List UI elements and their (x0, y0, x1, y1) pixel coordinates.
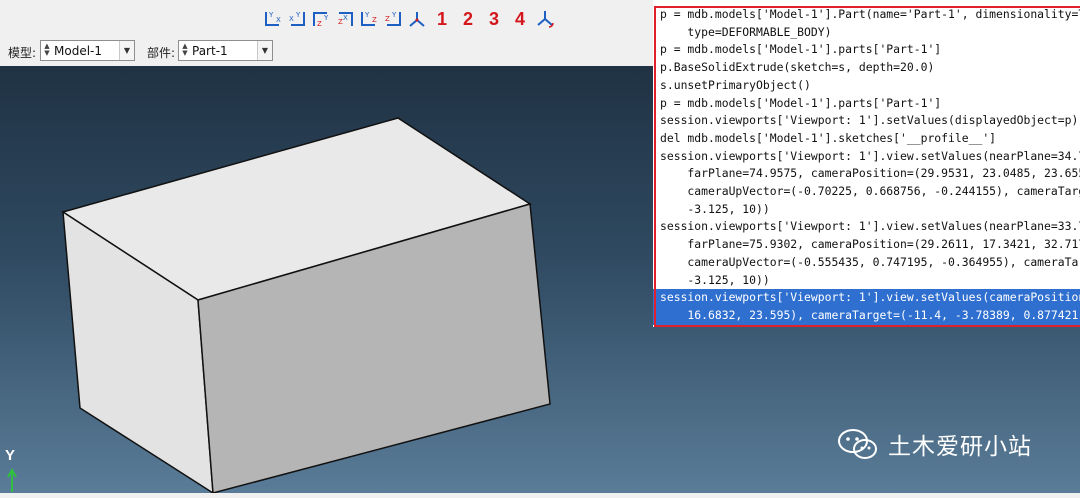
front-view-icon[interactable]: YX (262, 8, 284, 30)
model-combo[interactable]: ▲ ▼ Model-1 ▼ (40, 40, 135, 61)
svg-text:Y: Y (323, 14, 329, 22)
user-view-1-button[interactable]: 1 (430, 8, 454, 30)
spinner-icon[interactable]: ▲ ▼ (43, 43, 51, 58)
svg-text:Y: Y (364, 11, 370, 19)
svg-text:X: X (289, 15, 294, 23)
iso-view-icon[interactable] (406, 8, 428, 30)
svg-text:Z: Z (372, 16, 377, 24)
chevron-down-icon[interactable]: ▼ (119, 41, 134, 60)
left-view-icon[interactable]: ZY (310, 8, 332, 30)
svg-text:X: X (343, 14, 348, 22)
model-label: 模型: (8, 46, 37, 60)
context-bar: 模型: ▲ ▼ Model-1 ▼ 部件: ▲ ▼ Part-1 ▼ (0, 36, 652, 67)
part-label: 部件: (147, 46, 176, 60)
highlight-frame (654, 6, 1080, 327)
back-view-icon[interactable]: XY (286, 8, 308, 30)
svg-text:X: X (276, 16, 281, 24)
watermark: 土木爱研小站 (836, 427, 1032, 461)
spinner-icon[interactable]: ▲ ▼ (181, 43, 189, 58)
user-view-4-button[interactable]: 4 (508, 8, 532, 30)
svg-text:Z: Z (385, 15, 390, 23)
apply-view-icon[interactable] (534, 8, 556, 30)
svg-text:Z: Z (317, 20, 322, 28)
top-view-icon[interactable]: YZ (358, 8, 380, 30)
svg-text:Y: Y (391, 11, 397, 19)
axis-triad: Y (5, 447, 19, 498)
view-manipulation-icons: YX XY ZY ZX YZ ZY 1 2 3 4 (262, 8, 556, 30)
axis-y-label: Y (5, 447, 16, 464)
view-toolbar: YX XY ZY ZX YZ ZY 1 2 3 4 (0, 0, 652, 36)
wechat-icon (838, 429, 877, 459)
svg-text:Y: Y (295, 11, 301, 19)
svg-text:Y: Y (268, 11, 274, 19)
part-value: Part-1 (192, 44, 228, 58)
chevron-down-icon[interactable]: ▼ (257, 41, 272, 60)
part-combo[interactable]: ▲ ▼ Part-1 ▼ (178, 40, 273, 61)
watermark-text: 土木爱研小站 (888, 434, 1032, 460)
user-view-3-button[interactable]: 3 (482, 8, 506, 30)
model-value: Model-1 (54, 44, 102, 58)
right-view-icon[interactable]: ZX (334, 8, 356, 30)
axis-y-arrow-icon (7, 467, 17, 492)
bottom-view-icon[interactable]: ZY (382, 8, 404, 30)
user-view-2-button[interactable]: 2 (456, 8, 480, 30)
